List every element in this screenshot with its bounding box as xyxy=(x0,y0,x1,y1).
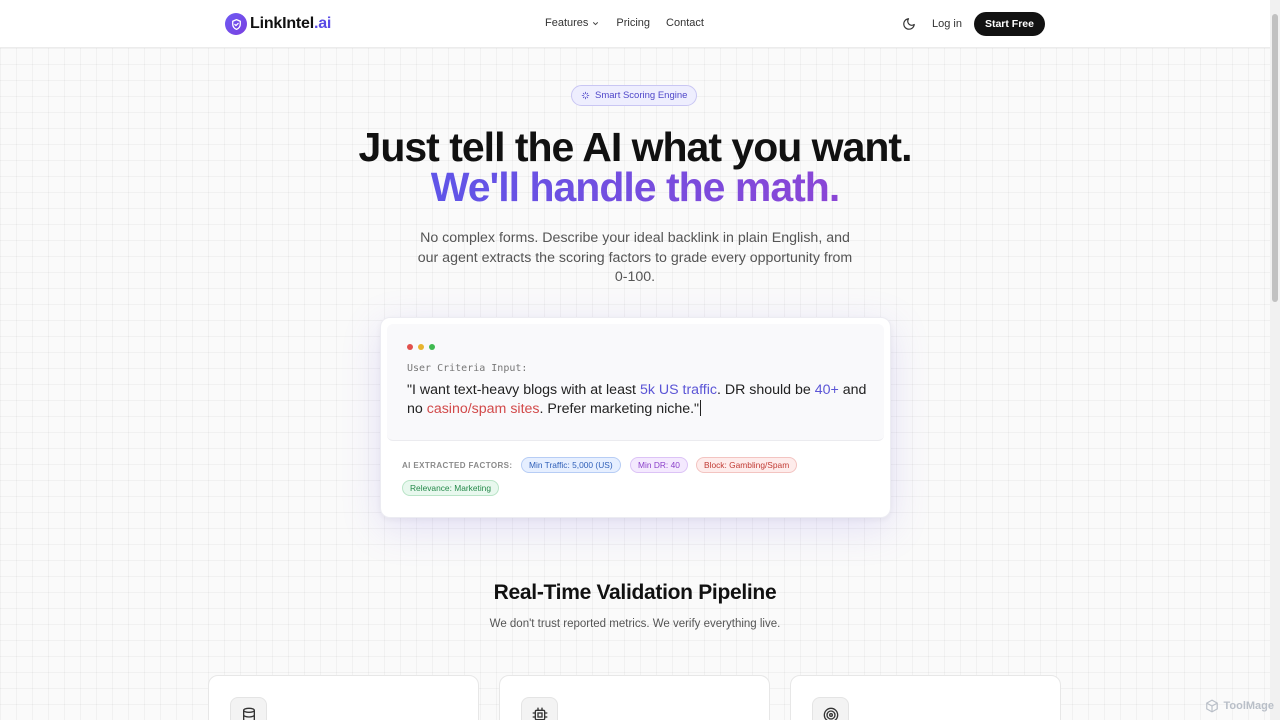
factor-chip-traffic: Min Traffic: 5,000 (US) xyxy=(521,457,621,473)
factor-chip-block: Block: Gambling/Spam xyxy=(696,457,798,473)
target-icon xyxy=(812,697,849,720)
pipeline-title: Real-Time Validation Pipeline xyxy=(493,581,777,604)
brand-logo[interactable]: LinkIntel.ai xyxy=(225,13,331,35)
pipeline-card-2 xyxy=(499,675,770,720)
criteria-input-label: User Criteria Input: xyxy=(407,363,528,374)
scrollbar[interactable] xyxy=(1270,0,1280,720)
criteria-input-text[interactable]: "I want text-heavy blogs with at least 5… xyxy=(407,381,867,419)
brand-name: LinkIntel.ai xyxy=(250,15,332,32)
sparkles-icon xyxy=(581,91,590,100)
start-free-button[interactable]: Start Free xyxy=(973,12,1045,36)
pipeline-subtitle: We don't trust reported metrics. We veri… xyxy=(489,618,781,630)
watermark: ToolMage xyxy=(1205,699,1274,713)
window-dot-yellow xyxy=(418,344,424,350)
nav-pricing[interactable]: Pricing xyxy=(616,17,650,29)
criteria-text-part: . Prefer marketing niche." xyxy=(539,401,700,417)
watermark-label: ToolMage xyxy=(1223,700,1274,712)
criteria-highlight-dr: 40+ xyxy=(814,382,839,398)
nav-actions: Log in Start Free xyxy=(902,12,1045,36)
window-dot-red xyxy=(407,344,413,350)
nav-features[interactable]: Features xyxy=(545,17,600,29)
factors-label: AI EXTRACTED FACTORS: xyxy=(402,461,513,470)
hero-badge-label: Smart Scoring Engine xyxy=(595,90,688,101)
pipeline-card-3 xyxy=(790,675,1061,720)
criteria-text-part: "I want text-heavy blogs with at least xyxy=(407,382,640,398)
criteria-text-part: . DR should be xyxy=(716,382,815,398)
factor-chip-dr: Min DR: 40 xyxy=(630,457,688,473)
criteria-input-panel: User Criteria Input: "I want text-heavy … xyxy=(387,324,884,441)
window-dots xyxy=(407,344,435,350)
cube-icon xyxy=(1206,699,1219,713)
factor-chip-relevance: Relevance: Marketing xyxy=(402,480,499,496)
text-cursor xyxy=(700,400,702,416)
cpu-icon xyxy=(521,697,558,720)
moon-icon[interactable] xyxy=(902,17,916,31)
nav-features-label: Features xyxy=(545,17,589,29)
login-link[interactable]: Log in xyxy=(932,18,962,30)
hero-headline-gradient: We'll handle the math. xyxy=(430,164,840,210)
pipeline-card-1 xyxy=(208,675,479,720)
criteria-demo-card: User Criteria Input: "I want text-heavy … xyxy=(380,317,891,518)
hero-headline-line2: We'll handle the math. xyxy=(0,164,1270,211)
criteria-highlight-block: casino/spam sites xyxy=(426,401,540,417)
hero-subtitle: No complex forms. Describe your ideal ba… xyxy=(417,230,853,285)
hero-badge: Smart Scoring Engine xyxy=(571,85,698,106)
nav-links: Features Pricing Contact xyxy=(545,17,704,29)
criteria-highlight-traffic: 5k US traffic xyxy=(639,382,717,398)
window-dot-green xyxy=(429,344,435,350)
top-navbar: LinkIntel.ai Features Pricing Contact Lo… xyxy=(0,0,1270,48)
nav-contact[interactable]: Contact xyxy=(666,17,704,29)
shield-check-icon xyxy=(225,13,247,35)
database-icon xyxy=(230,697,267,720)
chevron-down-icon xyxy=(593,21,599,25)
scrollbar-thumb[interactable] xyxy=(1272,14,1278,302)
